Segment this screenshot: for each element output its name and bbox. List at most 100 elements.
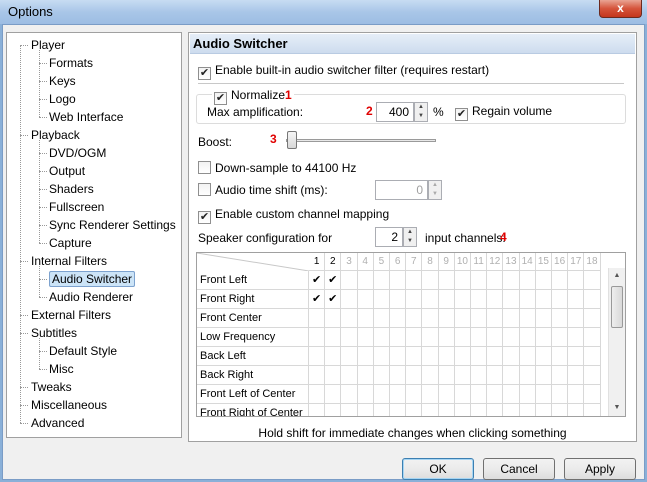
timeshift-input[interactable]: 0 xyxy=(375,180,428,200)
close-button[interactable]: x xyxy=(599,0,642,18)
tree-item-web-interface[interactable]: Web Interface xyxy=(49,108,123,126)
channel-cell xyxy=(568,309,585,328)
timeshift-spinner[interactable]: ▲ ▼ xyxy=(428,180,442,200)
channel-cell[interactable] xyxy=(309,404,326,416)
timeshift-label: Audio time shift (ms): xyxy=(215,183,328,197)
channel-cell xyxy=(406,328,423,347)
options-tree[interactable]: Player Formats Keys Logo Web Interface Playba… xyxy=(6,32,182,438)
channel-cell xyxy=(438,385,455,404)
tree-item-capture[interactable]: Capture xyxy=(49,234,92,252)
channel-cell xyxy=(487,366,504,385)
tree-item-label: Internal Filters xyxy=(31,254,108,268)
cancel-button[interactable]: Cancel xyxy=(483,458,555,480)
channel-cell xyxy=(422,404,439,416)
tree-item-label: Subtitles xyxy=(31,326,78,340)
tree-connector xyxy=(39,369,47,370)
channel-cell xyxy=(487,290,504,309)
channel-cell[interactable] xyxy=(309,328,326,347)
channel-cell xyxy=(422,385,439,404)
scroll-up-icon[interactable]: ▲ xyxy=(609,268,625,284)
max-amp-input[interactable]: 400 xyxy=(376,102,414,122)
channel-cell[interactable] xyxy=(309,385,326,404)
tree-item-tweaks[interactable]: Tweaks xyxy=(31,378,72,396)
tree-item-audio-renderer[interactable]: Audio Renderer xyxy=(49,288,133,306)
tree-item-formats[interactable]: Formats xyxy=(49,54,93,72)
channel-cell xyxy=(552,271,569,290)
channel-cell[interactable] xyxy=(325,385,342,404)
scroll-down-icon[interactable]: ▼ xyxy=(609,400,625,416)
channel-cell[interactable] xyxy=(309,347,326,366)
tree-item-output[interactable]: Output xyxy=(49,162,85,180)
channel-cell xyxy=(536,404,552,416)
apply-button[interactable]: Apply xyxy=(564,458,636,480)
enable-filter-label: Enable built-in audio switcher filter (r… xyxy=(215,63,490,77)
channel-cell[interactable] xyxy=(325,366,342,385)
downsample-checkbox[interactable]: Down-sample to 44100 Hz xyxy=(198,161,356,175)
tree-item-advanced[interactable]: Advanced xyxy=(31,414,84,432)
channel-cell xyxy=(519,366,536,385)
scroll-thumb[interactable] xyxy=(611,286,623,328)
channel-cell xyxy=(406,366,423,385)
channel-row-label: Back Right xyxy=(197,366,309,385)
tree-item-keys[interactable]: Keys xyxy=(49,72,76,90)
channel-cell[interactable] xyxy=(325,328,342,347)
channel-cell xyxy=(373,385,390,404)
channel-cell xyxy=(568,290,585,309)
tree-connector xyxy=(39,153,47,154)
channel-header: 7 xyxy=(406,253,423,271)
channel-cell[interactable]: ✔ xyxy=(309,290,326,309)
tree-item-label: Audio Renderer xyxy=(49,290,134,304)
normalize-checkbox[interactable]: ✔ Normalize1 xyxy=(212,88,294,105)
tree-connector xyxy=(39,351,47,352)
grid-scrollbar[interactable]: ▲ ▼ xyxy=(608,268,625,416)
channel-cell[interactable]: ✔ xyxy=(325,290,342,309)
tree-item-misc[interactable]: Misc xyxy=(49,360,74,378)
channel-cell xyxy=(471,385,488,404)
channel-cell xyxy=(584,404,601,416)
tree-item-dvd-ogm[interactable]: DVD/OGM xyxy=(49,144,106,162)
channel-cell[interactable] xyxy=(325,347,342,366)
channel-cell[interactable] xyxy=(325,309,342,328)
channel-cell xyxy=(390,385,407,404)
channel-cell[interactable] xyxy=(325,404,342,416)
channel-mapping-grid[interactable]: 1 2 3 4 5 6 7 8 9 10 11 12 13 14 15 16 17 18 Front Left ✔ ✔ F… xyxy=(196,252,626,417)
tree-item-miscellaneous[interactable]: Miscellaneous xyxy=(31,396,107,414)
channel-cell xyxy=(341,385,358,404)
tree-item-default-style[interactable]: Default Style xyxy=(49,342,117,360)
channel-cell xyxy=(373,366,390,385)
tree-connector xyxy=(20,45,21,423)
tree-item-logo[interactable]: Logo xyxy=(49,90,76,108)
tree-item-shaders[interactable]: Shaders xyxy=(49,180,94,198)
custom-mapping-checkbox[interactable]: ✔ Enable custom channel mapping xyxy=(198,207,389,224)
tree-item-fullscreen[interactable]: Fullscreen xyxy=(49,198,104,216)
channel-cell[interactable]: ✔ xyxy=(309,271,326,290)
channel-cell[interactable] xyxy=(309,366,326,385)
tree-connector xyxy=(39,117,47,118)
speaker-channels-input[interactable]: 2 xyxy=(375,227,403,247)
timeshift-checkbox[interactable]: Audio time shift (ms): xyxy=(198,183,328,197)
tree-item-audio-switcher[interactable]: Audio Switcher xyxy=(49,270,136,288)
ok-button[interactable]: OK xyxy=(402,458,474,480)
channel-cell xyxy=(568,366,585,385)
channel-cell xyxy=(341,404,358,416)
speaker-channels-spinner[interactable]: ▲ ▼ xyxy=(403,227,417,247)
channel-cell[interactable] xyxy=(309,309,326,328)
tree-item-sync-renderer-settings[interactable]: Sync Renderer Settings xyxy=(49,216,176,234)
tree-item-subtitles[interactable]: Subtitles xyxy=(31,324,77,342)
enable-filter-checkbox[interactable]: ✔ Enable built-in audio switcher filter (… xyxy=(198,63,489,80)
boost-slider-track[interactable] xyxy=(286,139,436,142)
max-amp-spinner[interactable]: ▲ ▼ xyxy=(414,102,428,122)
tree-item-internal-filters[interactable]: Internal Filters xyxy=(31,252,107,270)
regain-volume-checkbox[interactable]: ✔ Regain volume xyxy=(455,104,552,121)
channel-cell xyxy=(390,328,407,347)
channel-cell[interactable]: ✔ xyxy=(325,271,342,290)
tree-item-external-filters[interactable]: External Filters xyxy=(31,306,111,324)
channel-cell xyxy=(471,271,488,290)
channel-cell xyxy=(552,385,569,404)
tree-connector xyxy=(39,189,47,190)
boost-slider-thumb[interactable] xyxy=(287,131,297,149)
channel-cell xyxy=(503,385,520,404)
channel-cell xyxy=(503,328,520,347)
title-bar: Options x xyxy=(0,0,647,24)
tree-item-player[interactable]: Player xyxy=(31,36,65,54)
